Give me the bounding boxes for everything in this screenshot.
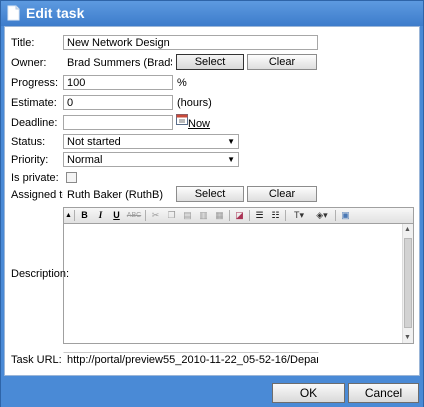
task-url-label: Task URL: — [11, 354, 62, 366]
dropdown-arrow-icon: ▼ — [227, 137, 235, 146]
progress-label: Progress: — [11, 77, 59, 89]
form-body: Title: New Network Design Owner: Brad Su… — [4, 26, 420, 376]
status-label: Status: — [11, 136, 46, 148]
owner-label: Owner: — [11, 57, 47, 69]
title-bar: Edit task — [1, 1, 423, 26]
now-link[interactable]: Now — [188, 118, 210, 130]
assigned-select-button[interactable]: Select — [176, 186, 244, 202]
estimate-label: Estimate: — [11, 97, 57, 109]
deadline-input[interactable] — [63, 115, 173, 130]
assigned-clear-button[interactable]: Clear — [247, 186, 317, 202]
description-label: Description: — [11, 268, 70, 280]
owner-clear-button[interactable]: Clear — [247, 54, 317, 70]
task-url-field[interactable]: http://portal/preview55_2010-11-22_05-52… — [63, 352, 319, 367]
status-select[interactable]: Not started ▼ — [63, 134, 239, 149]
paste-word-icon[interactable]: ▦ — [213, 209, 226, 222]
numbered-list-icon[interactable]: ☰ — [253, 209, 266, 222]
estimate-input[interactable]: 0 — [63, 95, 173, 110]
italic-button[interactable]: I — [94, 209, 107, 222]
text-color-icon[interactable]: T▾ — [289, 209, 309, 222]
status-value: Not started — [67, 136, 121, 148]
is-private-checkbox[interactable] — [66, 172, 77, 183]
calendar-icon[interactable] — [176, 113, 188, 125]
title-label: Title: — [11, 37, 35, 49]
paste-icon[interactable]: ▤ — [181, 209, 194, 222]
description-editor[interactable]: ▲ ▼ — [63, 224, 414, 344]
strikethrough-button[interactable]: ABC — [126, 209, 142, 222]
scroll-up-icon[interactable]: ▲ — [404, 226, 411, 233]
bold-button[interactable]: B — [78, 209, 91, 222]
cut-icon[interactable]: ✂ — [149, 209, 162, 222]
eraser-icon[interactable]: ◪ — [233, 209, 246, 222]
owner-select-button[interactable]: Select — [176, 54, 244, 70]
dropdown-arrow-icon: ▼ — [227, 155, 235, 164]
background-color-icon[interactable]: ◈▾ — [312, 209, 332, 222]
dialog-title: Edit task — [26, 5, 85, 21]
document-icon — [7, 5, 20, 21]
dialog-footer: OK Cancel — [1, 377, 423, 407]
paste-text-icon[interactable]: ▥ — [197, 209, 210, 222]
progress-unit: % — [177, 77, 187, 89]
is-private-label: Is private: — [11, 172, 59, 184]
source-view-icon[interactable]: ▣ — [339, 209, 352, 222]
scroll-down-icon[interactable]: ▼ — [404, 334, 411, 341]
underline-button[interactable]: U — [110, 209, 123, 222]
ok-button[interactable]: OK — [272, 383, 345, 403]
scroll-thumb[interactable] — [404, 238, 412, 328]
priority-value: Normal — [67, 154, 103, 166]
owner-field[interactable]: Brad Summers (BradS) — [63, 55, 173, 70]
edit-task-dialog: Edit task Title: New Network Design Owne… — [0, 0, 424, 407]
bulleted-list-icon[interactable]: ☷ — [269, 209, 282, 222]
editor-toolbar: ▲ B I U ABC ✂ ❐ ▤ ▥ ▦ ◪ ☰ ☷ T▾ ◈▾ ▣ — [63, 207, 414, 224]
editor-scrollbar[interactable]: ▲ ▼ — [402, 224, 413, 343]
title-input[interactable]: New Network Design — [63, 35, 318, 50]
priority-label: Priority: — [11, 154, 49, 166]
priority-select[interactable]: Normal ▼ — [63, 152, 239, 167]
assigned-field[interactable]: Ruth Baker (RuthB) — [63, 187, 173, 202]
collapse-toolbar-icon[interactable]: ▲ — [65, 209, 72, 222]
estimate-unit: (hours) — [177, 97, 212, 109]
copy-icon[interactable]: ❐ — [165, 209, 178, 222]
cancel-button[interactable]: Cancel — [348, 383, 419, 403]
deadline-label: Deadline: — [11, 117, 58, 129]
progress-input[interactable]: 100 — [63, 75, 173, 90]
